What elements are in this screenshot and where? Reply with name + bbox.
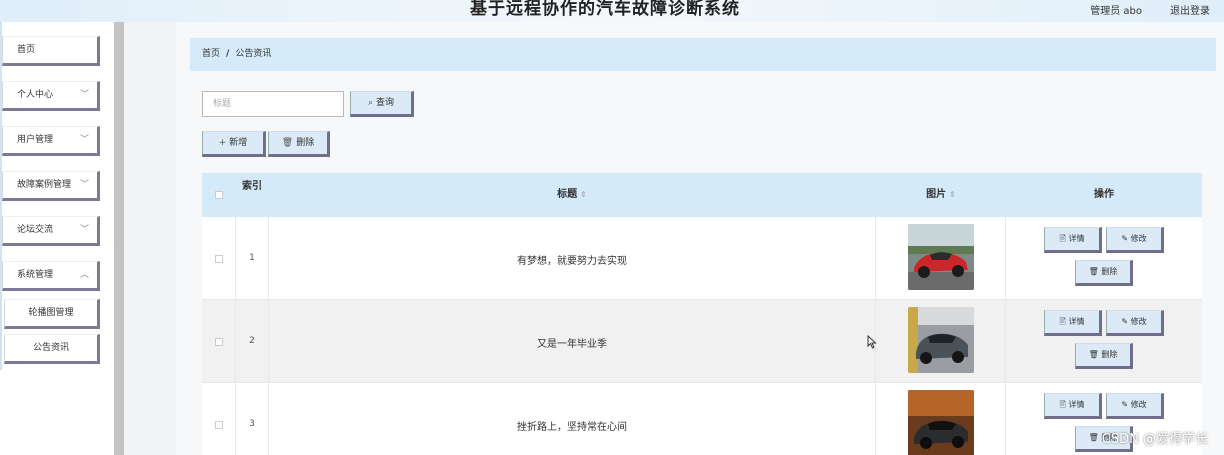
breadcrumb: 首页 / 公告资讯 [190,38,1216,71]
header-actions-label: 操作 [1094,189,1114,200]
row-index: 3 [249,419,255,429]
edit-label: 修改 [1130,317,1147,326]
row-title: 挫折路上，坚持常在心间 [517,422,627,433]
header-title-label: 标题 [557,189,578,200]
edit-button[interactable]: ✎ 修改 [1106,310,1164,336]
car-thumbnail-black[interactable] [908,390,974,455]
detail-label: 详情 [1068,234,1085,243]
chevron-down-icon: ﹀ [79,135,89,145]
add-button-label: 新增 [229,138,248,148]
sidebar-subitem-carousel-management[interactable]: 轮播图管理 [4,299,100,329]
column-divider [1005,217,1006,455]
mouse-cursor-icon [867,334,877,352]
edit-icon: ✎ [1121,400,1131,409]
detail-label: 详情 [1068,317,1085,326]
row-title: 有梦想，就要努力去实现 [517,256,627,267]
header-actions: 操作 [1006,173,1202,217]
detail-button[interactable]: 🖹︎ 详情 [1044,393,1102,419]
chevron-down-icon: ﹀ [79,180,89,190]
row-checkbox[interactable] [215,338,223,346]
sort-icon: ⇕ [580,190,587,199]
batch-delete-button[interactable]: 🗑︎ 删除 [268,131,330,157]
breadcrumb-current: 公告资讯 [235,49,272,59]
row-checkbox[interactable] [215,421,223,429]
batch-delete-label: 删除 [296,138,315,148]
chevron-down-icon: ﹀ [79,225,89,235]
breadcrumb-separator: / [226,49,230,59]
edit-button[interactable]: ✎ 修改 [1106,393,1164,419]
sidebar-item-home[interactable]: 首页 [2,36,100,66]
header-image[interactable]: 图片 ⇕ [876,173,1006,217]
column-divider [235,217,236,455]
sidebar-scrollbar[interactable] [114,22,124,455]
sidebar-item-label: 个人中心 [17,90,54,100]
table-header: 索引 标题 ⇕ 图片 ⇕ 操作 [202,173,1202,217]
table-row: 2 又是一年毕业季 🖹︎ 详情 ✎ 修改 🗑︎ 删除 [202,300,1202,383]
car-thumbnail-grey[interactable] [908,307,974,373]
header-index-label: 索引 [242,181,262,192]
table-row: 1 有梦想，就要努力去实现 🖹︎ 详情 ✎ 修改 🗑︎ 删除 [202,217,1202,300]
column-divider [268,217,269,455]
plus-icon: + [218,138,227,148]
delete-button[interactable]: 🗑︎ 删除 [1075,260,1133,286]
select-all-checkbox[interactable] [215,191,223,199]
edit-icon: ✎ [1121,317,1131,326]
sidebar-item-label: 故障案例管理 [17,180,72,190]
search-icon: ⌕ [367,98,374,108]
detail-button[interactable]: 🖹︎ 详情 [1044,310,1102,336]
current-user-label: 管理员 abo [1090,6,1142,17]
delete-label: 删除 [1101,350,1118,359]
row-index: 2 [249,336,255,346]
top-header: 基于远程协作的汽车故障诊断系统 管理员 abo 退出登录 [0,0,1224,22]
row-checkbox[interactable] [215,255,223,263]
trash-icon: 🗑︎ [1088,350,1102,359]
sidebar-item-system-management[interactable]: 系统管理 ︿ [2,261,100,291]
sidebar-item-label: 系统管理 [17,270,54,280]
sidebar-item-user-management[interactable]: 用户管理 ﹀ [2,126,100,156]
sidebar-item-fault-case-management[interactable]: 故障案例管理 ﹀ [2,171,100,201]
edit-label: 修改 [1130,400,1147,409]
edit-icon: ✎ [1121,234,1131,243]
sidebar-subitem-label: 轮播图管理 [28,308,74,318]
edit-button[interactable]: ✎ 修改 [1106,227,1164,253]
trash-icon: 🗑︎ [1088,433,1102,442]
chevron-down-icon: ﹀ [79,90,89,100]
delete-button[interactable]: 🗑︎ 删除 [1075,343,1133,369]
sidebar-subitem-label: 公告资讯 [32,343,69,353]
search-input[interactable]: 标题 [202,91,344,117]
header-index: 索引 [240,173,264,217]
chevron-up-icon: ︿ [79,270,89,280]
logout-link[interactable]: 退出登录 [1170,2,1210,17]
row-index: 1 [249,253,255,263]
breadcrumb-home[interactable]: 首页 [202,49,220,59]
sidebar-item-personal-center[interactable]: 个人中心 ﹀ [2,81,100,111]
detail-button[interactable]: 🖹︎ 详情 [1044,227,1102,253]
car-thumbnail-red[interactable] [908,224,974,290]
trash-icon: 🗑︎ [281,138,294,148]
sort-icon: ⇕ [949,190,956,199]
row-title: 又是一年毕业季 [537,339,607,350]
edit-label: 修改 [1130,234,1147,243]
sidebar-item-label: 首页 [17,45,36,55]
header-image-label: 图片 [926,189,947,200]
delete-label: 删除 [1101,267,1118,276]
header-title[interactable]: 标题 ⇕ [268,173,876,217]
detail-label: 详情 [1068,400,1085,409]
search-button[interactable]: ⌕ 查询 [350,91,414,117]
add-button[interactable]: + 新增 [202,131,266,157]
trash-icon: 🗑︎ [1088,267,1102,276]
sidebar-subitem-announcements[interactable]: 公告资讯 [4,334,100,364]
sidebar-item-forum[interactable]: 论坛交流 ﹀ [2,216,100,246]
app-title: 基于远程协作的汽车故障诊断系统 [470,0,740,19]
table-row: 3 挫折路上，坚持常在心间 🖹︎ 详情 ✎ 修改 🗑︎ 删除 [202,383,1202,455]
sidebar-item-label: 用户管理 [17,135,54,145]
announcements-table: 索引 标题 ⇕ 图片 ⇕ 操作 1 有梦想，就要努力去实现 🖹︎ 详情 ✎ 修改… [202,173,1202,455]
sidebar-item-label: 论坛交流 [17,225,54,235]
search-button-label: 查询 [376,98,395,108]
watermark: CSDN @爱得学长 [1101,432,1208,447]
search-placeholder: 标题 [213,99,232,109]
